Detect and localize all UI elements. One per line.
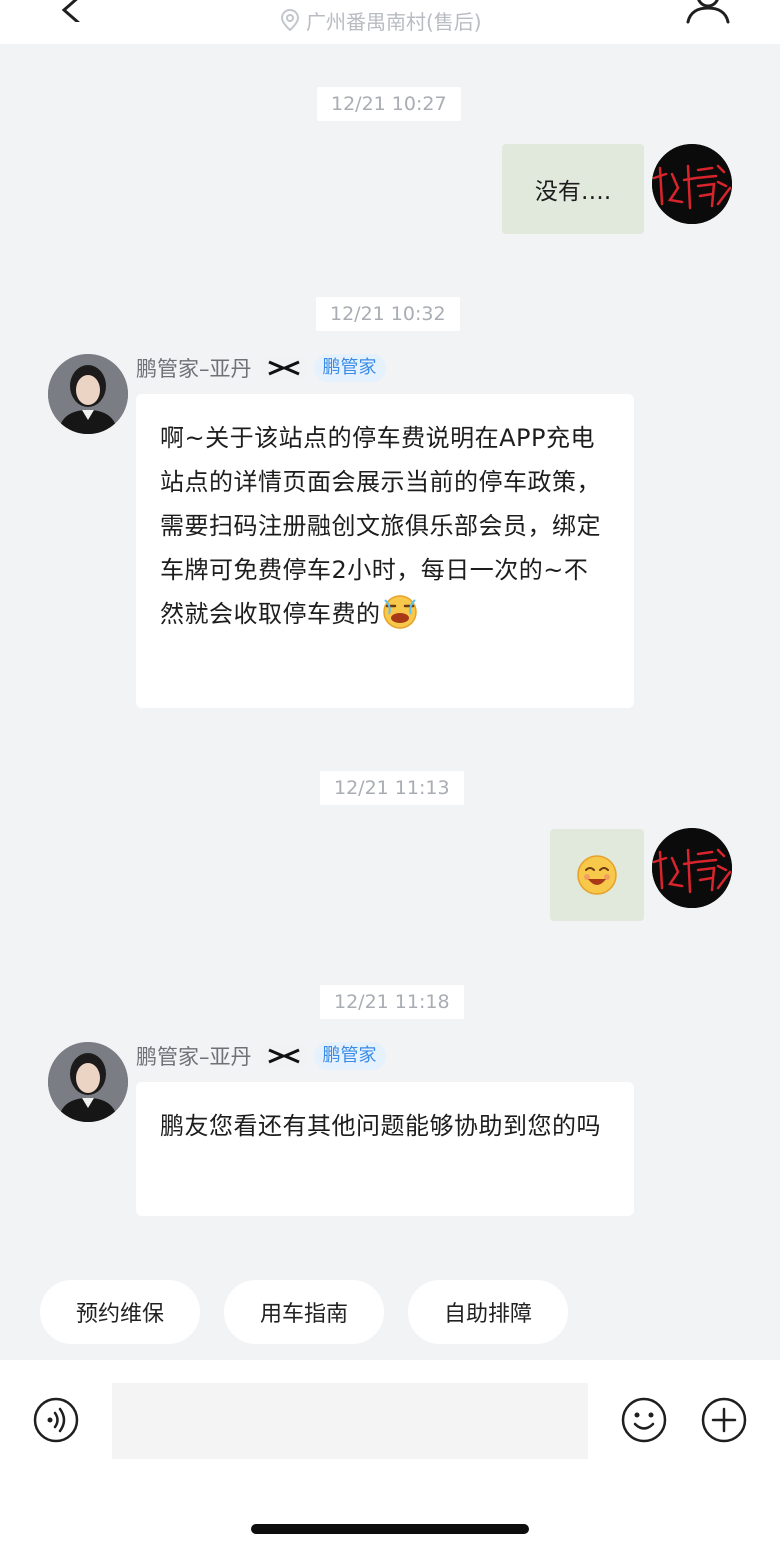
crying-face-icon <box>382 595 417 629</box>
user-message-bubble[interactable] <box>550 829 644 921</box>
voice-input-icon[interactable] <box>32 1396 80 1444</box>
location-pin-icon <box>280 9 300 31</box>
agent-header: 鹏管家–亚丹 鹏管家 <box>136 353 386 383</box>
top-bar: 广州番禺南村(售后) <box>0 0 780 44</box>
calligraphy-avatar-icon <box>652 828 732 908</box>
agent-avatar[interactable] <box>48 1042 128 1122</box>
location-text: 广州番禺南村(售后) <box>306 9 482 34</box>
chevron-left-icon[interactable] <box>52 0 88 22</box>
user-profile-icon[interactable] <box>684 0 732 24</box>
agent-avatar[interactable] <box>48 354 128 434</box>
calligraphy-avatar-icon <box>652 144 732 224</box>
agent-name: 鹏管家–亚丹 <box>136 357 252 381</box>
agent-badge: 鹏管家 <box>313 354 386 382</box>
plus-attach-icon[interactable] <box>700 1396 748 1444</box>
xpeng-logo-icon <box>261 355 306 381</box>
agent-name: 鹏管家–亚丹 <box>136 1045 252 1069</box>
user-avatar[interactable] <box>652 144 732 224</box>
location-label: 广州番禺南村(售后) <box>280 4 482 36</box>
home-indicator <box>251 1524 529 1534</box>
xpeng-logo-icon <box>261 1043 306 1069</box>
quick-reply-troubleshoot-button[interactable]: 自助排障 <box>408 1280 568 1344</box>
agent-badge: 鹏管家 <box>313 1042 386 1070</box>
agent-message-bubble[interactable]: 啊~关于该站点的停车费说明在APP充电站点的详情页面会展示当前的停车政策，需要扫… <box>136 394 634 708</box>
message-input[interactable] <box>112 1383 588 1459</box>
timestamp: 12/21 10:32 <box>316 297 460 331</box>
quick-reply-guide-button[interactable]: 用车指南 <box>224 1280 384 1344</box>
timestamp: 12/21 10:27 <box>317 87 461 121</box>
message-text: 没有…. <box>534 179 612 205</box>
agent-header: 鹏管家–亚丹 鹏管家 <box>136 1041 386 1071</box>
smiling-face-icon <box>577 855 617 895</box>
agent-photo-icon <box>48 1042 128 1122</box>
user-avatar[interactable] <box>652 828 732 908</box>
emoji-picker-icon[interactable] <box>620 1396 668 1444</box>
agent-photo-icon <box>48 354 128 434</box>
timestamp: 12/21 11:18 <box>320 985 464 1019</box>
timestamp: 12/21 11:13 <box>320 771 464 805</box>
agent-message-bubble[interactable]: 鹏友您看还有其他问题能够协助到您的吗 <box>136 1082 634 1216</box>
user-message-bubble[interactable]: 没有…. <box>502 144 644 234</box>
quick-reply-maintenance-button[interactable]: 预约维保 <box>40 1280 200 1344</box>
message-text: 鹏友您看还有其他问题能够协助到您的吗 <box>160 1112 601 1140</box>
quick-reply-bar: 预约维保 用车指南 自助排障 <box>40 1280 568 1344</box>
